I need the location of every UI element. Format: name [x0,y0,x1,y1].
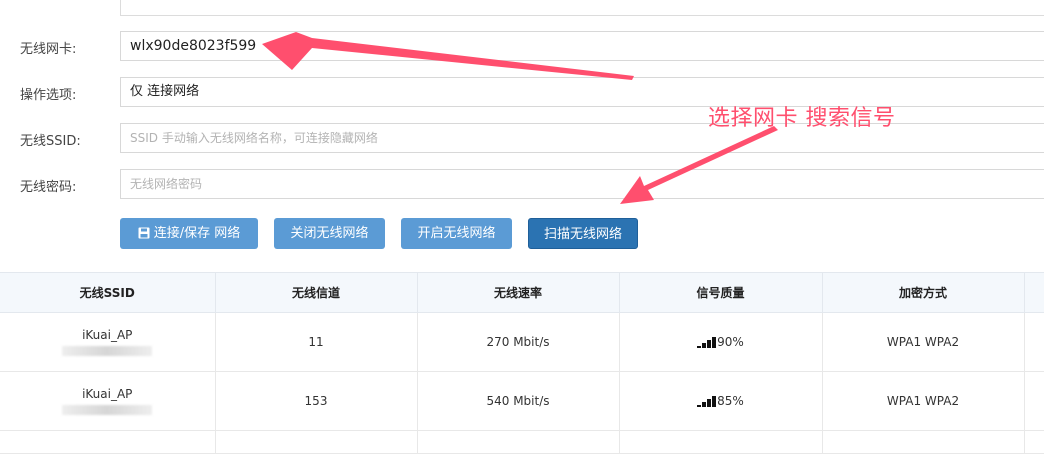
ssid-cell: iKuai_AP [0,312,216,372]
empty-cell [0,430,216,454]
extra-cell [1024,312,1044,372]
annotation-text: 选择网卡 搜索信号 [708,106,896,131]
header-signal: 信号质量 [619,272,823,313]
arrow-to-scan-button [620,126,778,204]
signal-bars-icon [697,396,717,407]
empty-cell [619,430,823,454]
table-row [0,430,1044,454]
signal-bars-icon [697,337,717,348]
signal-cell: 90% [619,312,823,372]
ssid-cell: iKuai_AP [0,371,216,431]
wifi-scan-table: 无线SSID 无线信道 无线速率 信号质量 加密方式 iKuai_AP 11 2… [0,272,1044,454]
encryption-cell: WPA1 WPA2 [822,371,1025,431]
blurred-mac [62,405,153,415]
ssid-name: iKuai_AP [82,328,133,342]
rate-cell: 270 Mbit/s [417,312,620,372]
rate-cell: 540 Mbit/s [417,371,620,431]
table-header-row: 无线SSID 无线信道 无线速率 信号质量 加密方式 [0,272,1044,313]
signal-value: 90% [717,335,744,349]
table-row[interactable]: iKuai_AP 11 270 Mbit/s 90% WPA1 WPA2 [0,312,1044,372]
table-row[interactable]: iKuai_AP 153 540 Mbit/s 85% WPA1 WPA2 [0,371,1044,431]
empty-cell [417,430,620,454]
header-channel: 无线信道 [215,272,418,313]
header-ssid: 无线SSID [0,272,216,313]
channel-cell: 153 [215,371,418,431]
channel-cell: 11 [215,312,418,372]
header-rate: 无线速率 [417,272,620,313]
empty-cell [1024,430,1044,454]
encryption-cell: WPA1 WPA2 [822,312,1025,372]
header-extra [1024,272,1044,313]
empty-cell [215,430,418,454]
empty-cell [822,430,1025,454]
blurred-mac [62,346,153,356]
extra-cell [1024,371,1044,431]
header-encryption: 加密方式 [822,272,1025,313]
arrow-to-nic-select [262,32,634,80]
ssid-name: iKuai_AP [82,387,133,401]
signal-cell: 85% [619,371,823,431]
signal-value: 85% [717,394,744,408]
